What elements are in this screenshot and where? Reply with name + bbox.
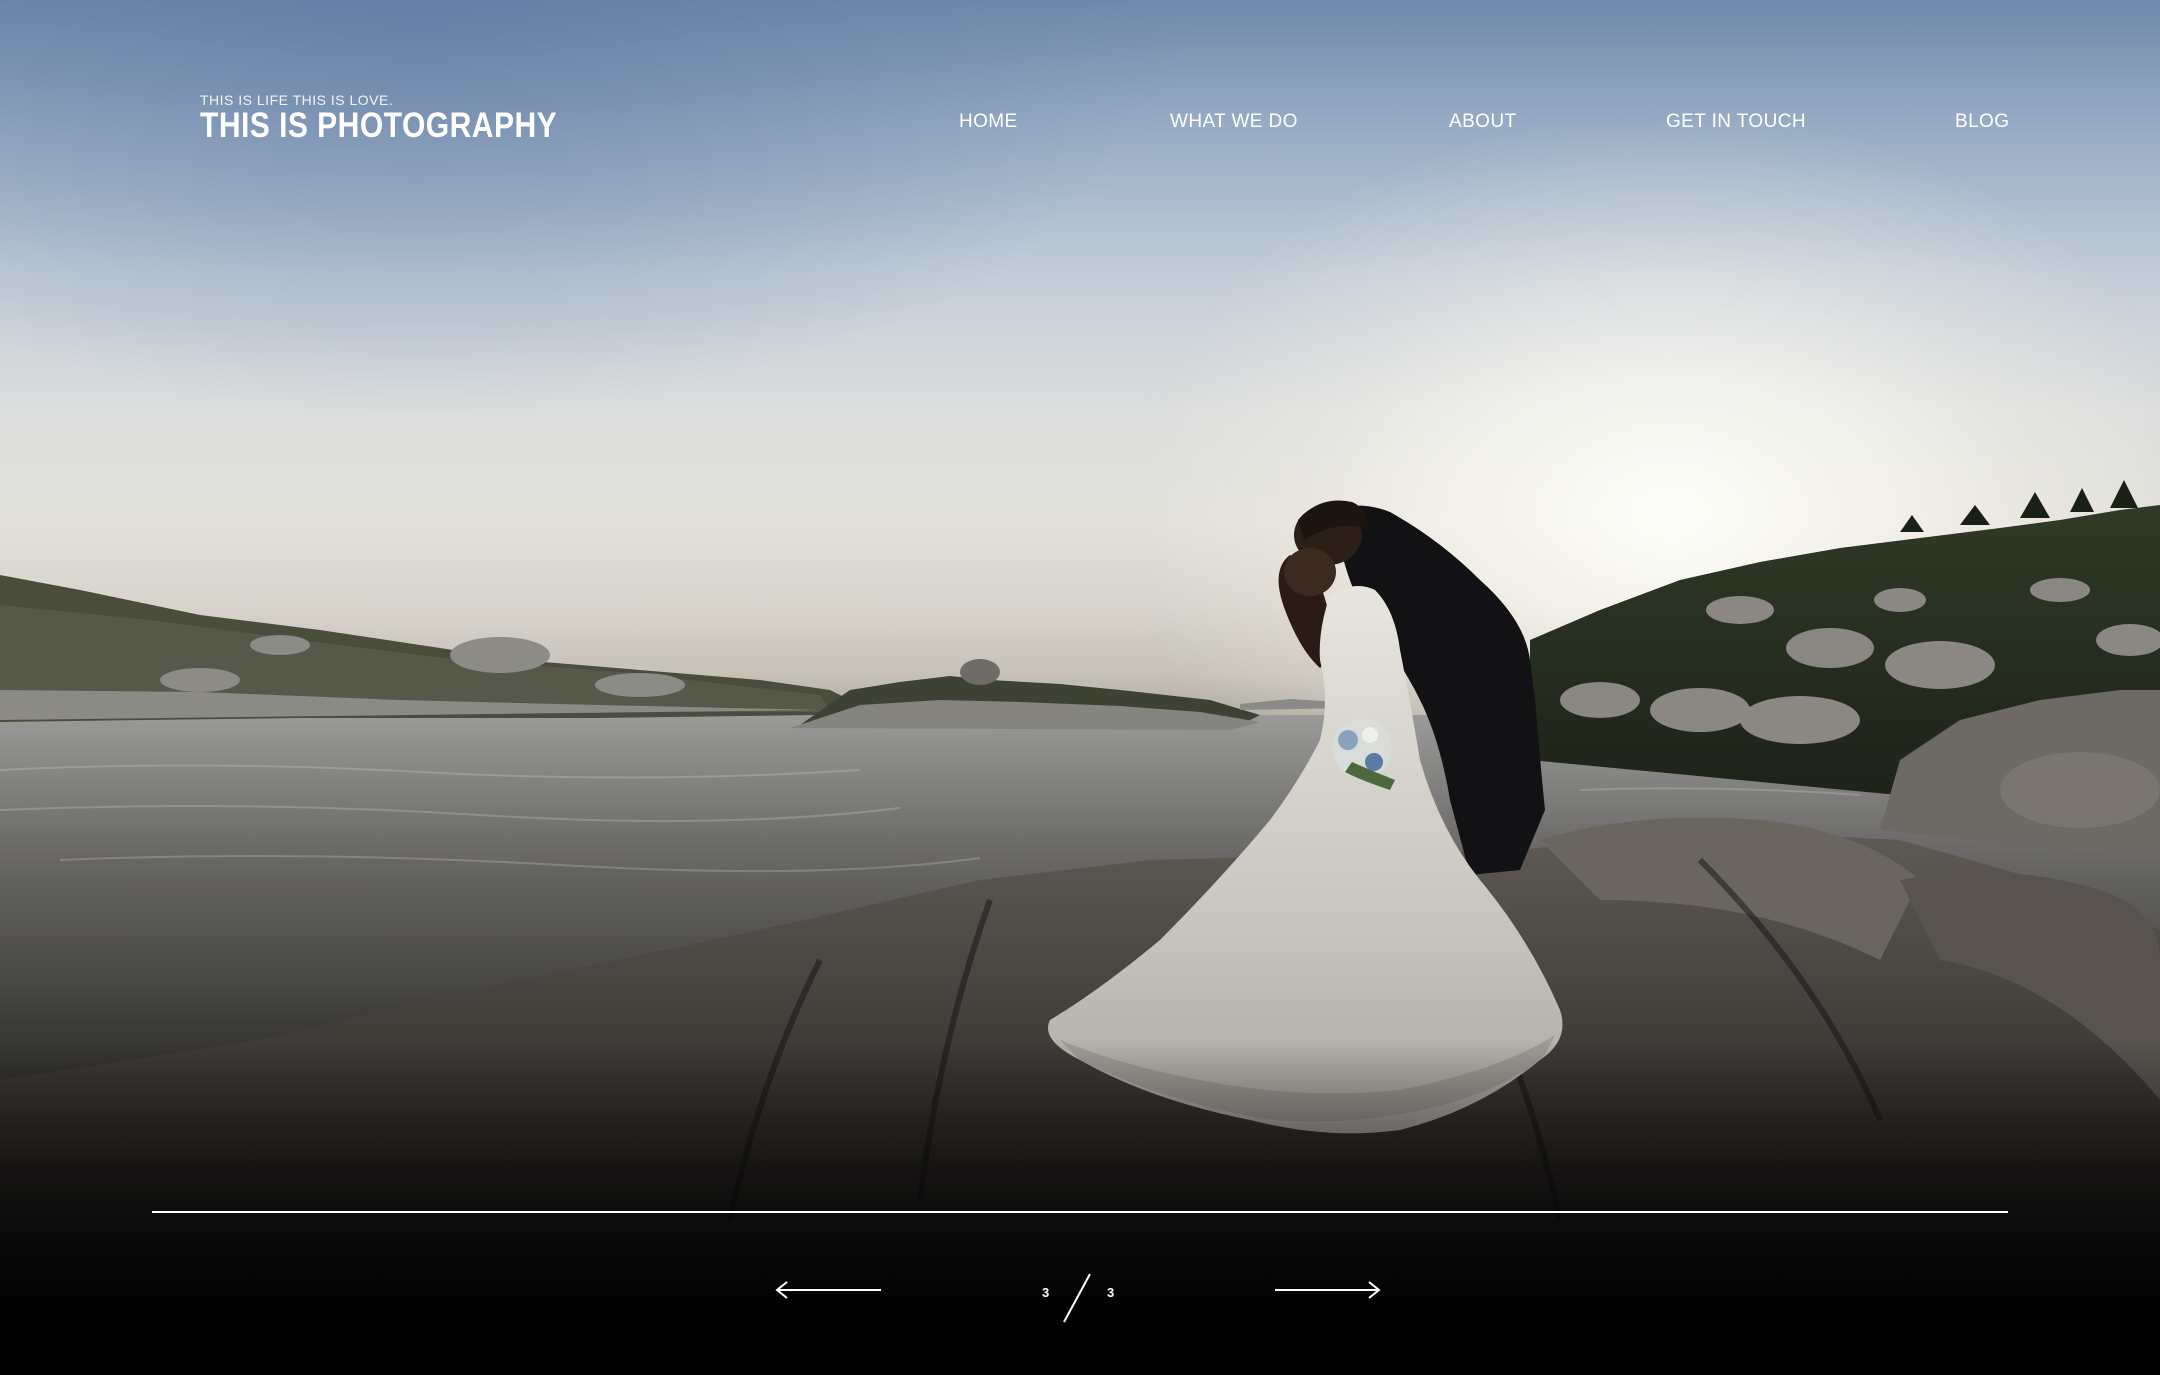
next-slide-button[interactable] [1273,1280,1383,1300]
nav-item-get-in-touch[interactable]: GET IN TOUCH [1666,111,1806,133]
page-separator [1063,1273,1091,1323]
site-header: THIS IS LIFE THIS IS LOVE. THIS IS PHOTO… [0,0,2160,170]
prev-slide-button[interactable] [773,1280,883,1300]
nav-item-about[interactable]: ABOUT [1449,111,1516,133]
slider-pager: 3 3 [0,1260,2160,1330]
arrow-right-icon [1275,1281,1381,1299]
nav-item-what-we-do[interactable]: WHAT WE DO [1170,111,1298,133]
hero-slide: THIS IS LIFE THIS IS LOVE. THIS IS PHOTO… [0,0,2160,1375]
main-nav: HOME WHAT WE DO ABOUT GET IN TOUCH BLOG [0,111,2160,135]
current-slide-number: 3 [1042,1285,1050,1300]
nav-item-home[interactable]: HOME [959,111,1018,133]
slider-divider [152,1211,2008,1213]
arrow-left-icon [775,1281,881,1299]
total-slide-number: 3 [1107,1285,1115,1300]
nav-item-blog[interactable]: BLOG [1955,111,2009,133]
